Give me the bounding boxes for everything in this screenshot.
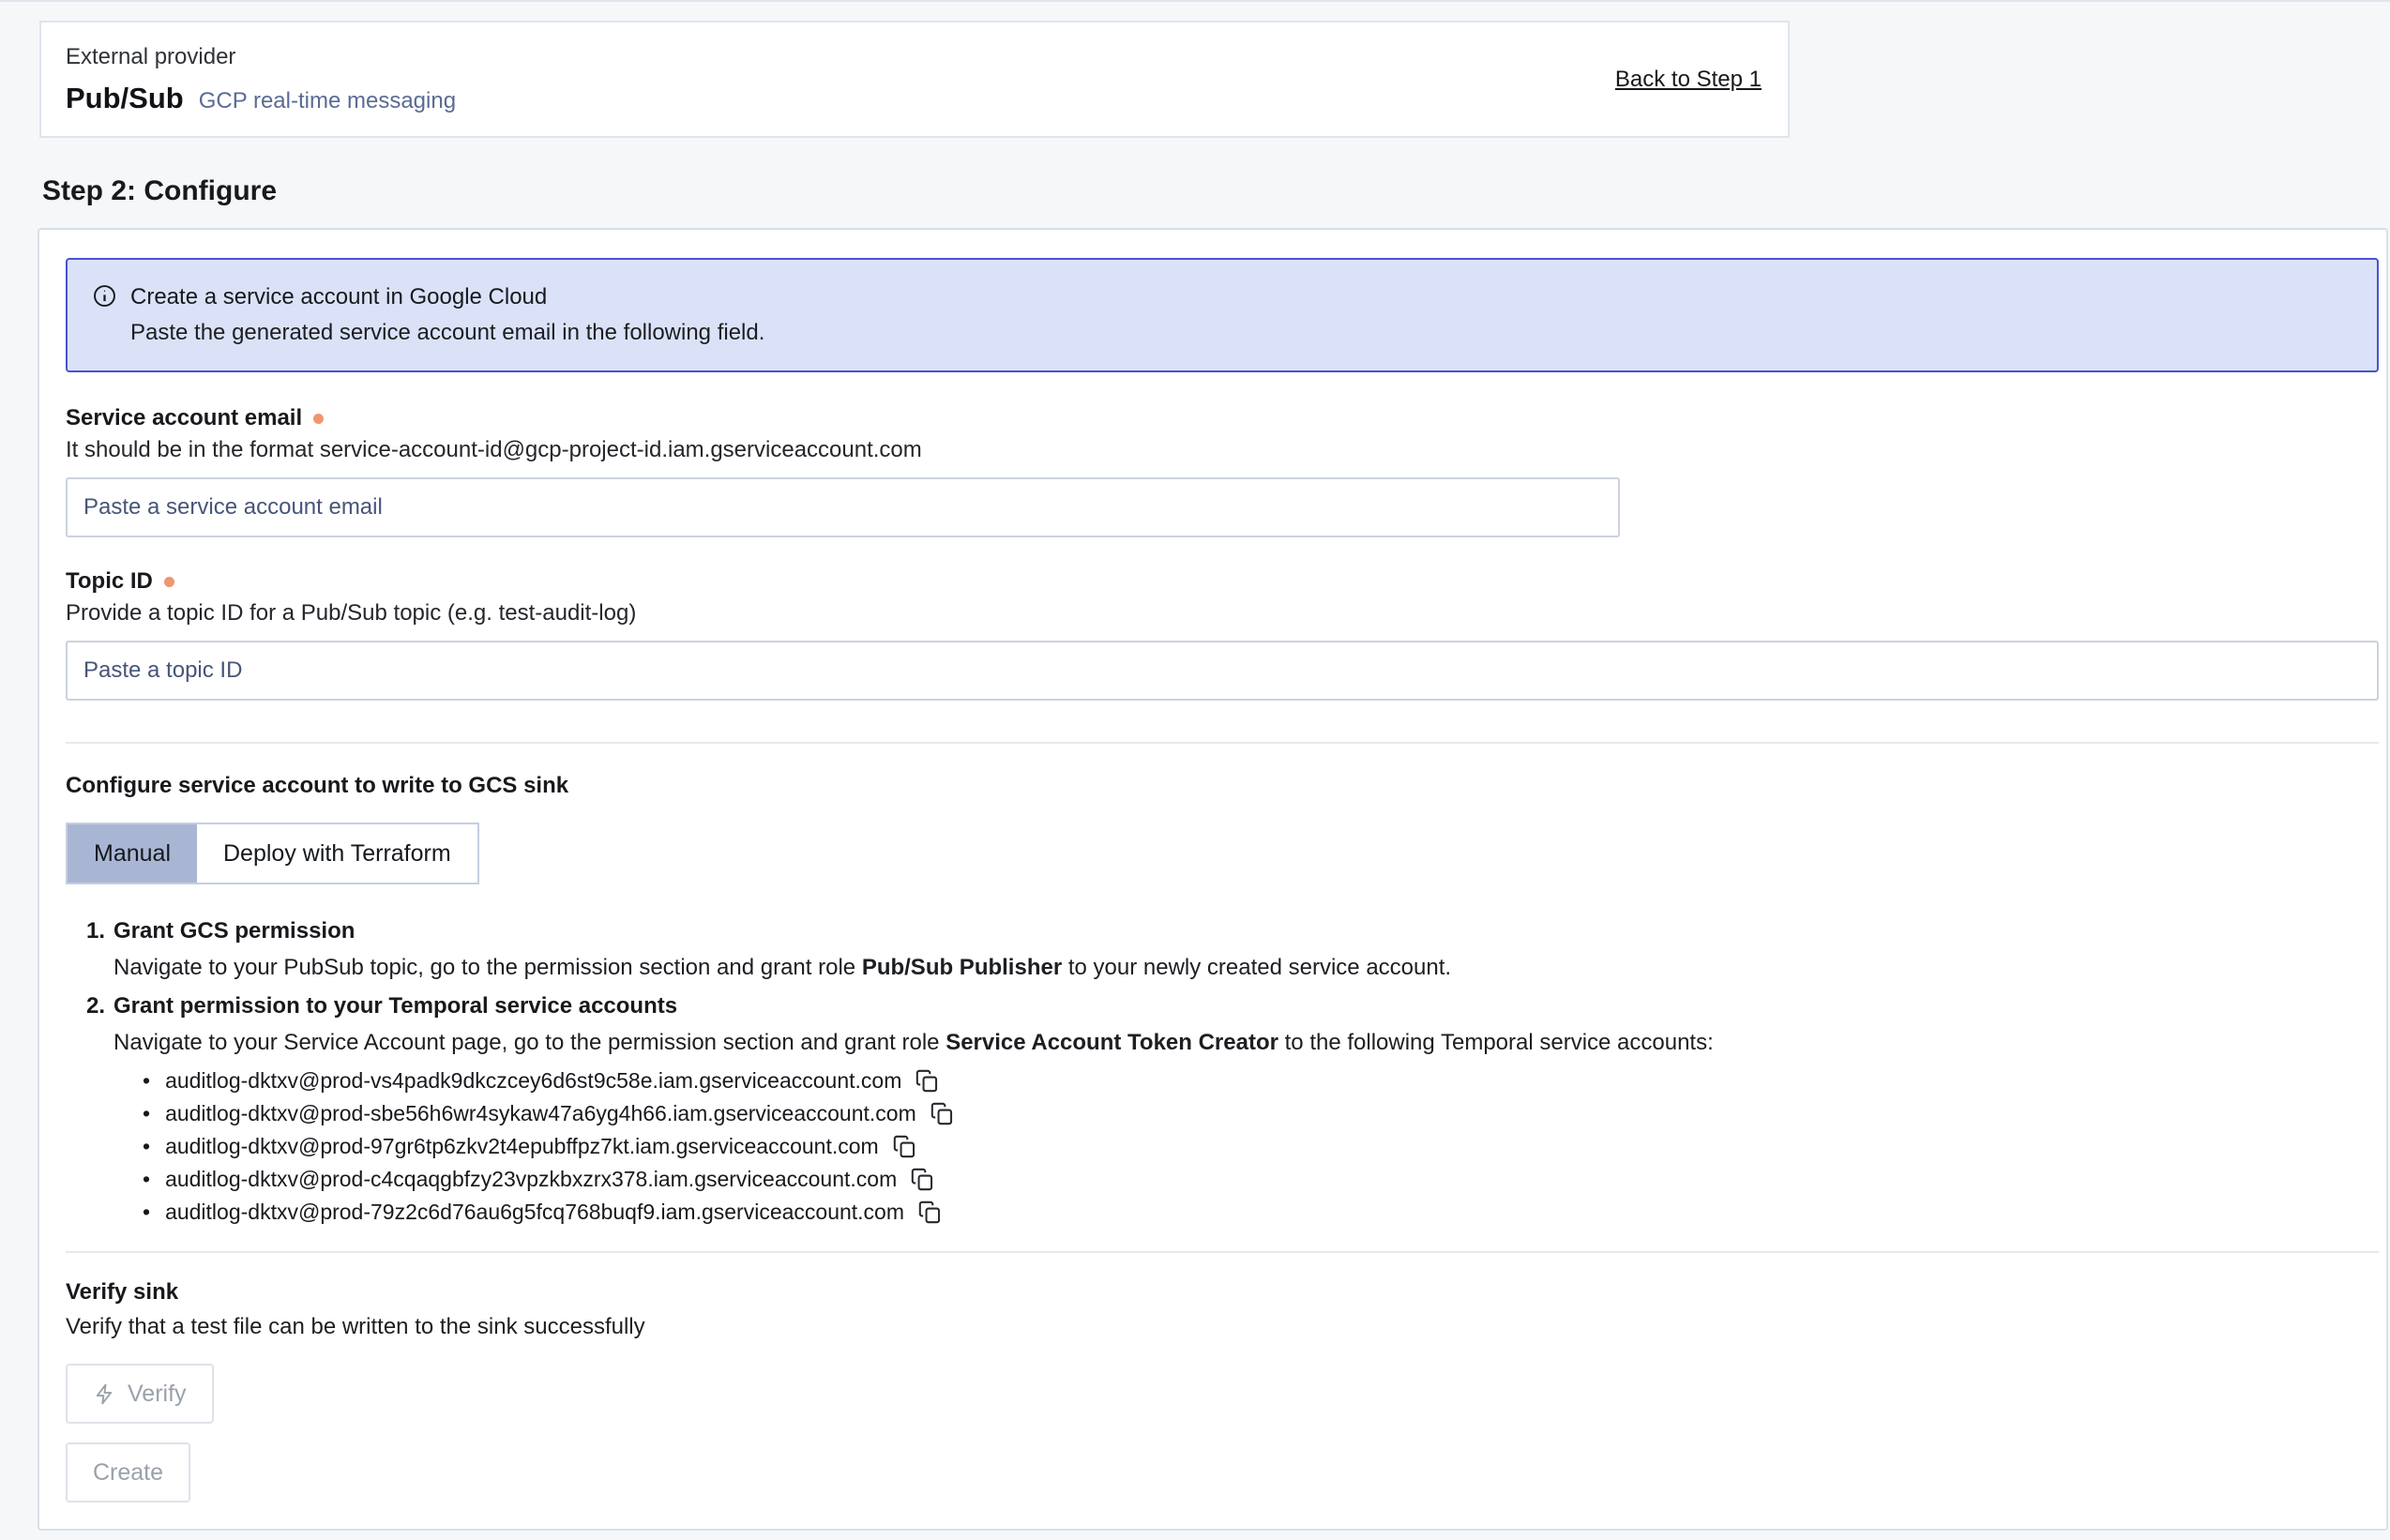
copy-button[interactable] <box>928 1099 957 1128</box>
info-circle-icon <box>92 283 117 348</box>
step-number: 1. <box>86 918 105 944</box>
verify-button-label: Verify <box>128 1381 187 1408</box>
gcs-section-title: Configure service account to write to GC… <box>66 772 2379 800</box>
step-1-body-prefix: Navigate to your PubSub topic, go to the… <box>113 955 862 980</box>
service-account-email-input[interactable] <box>66 477 1620 537</box>
provider-eyebrow: External provider <box>66 44 456 70</box>
tab-deploy-terraform[interactable]: Deploy with Terraform <box>197 824 477 883</box>
config-method-tabs: Manual Deploy with Terraform <box>66 823 479 884</box>
step-1-title: Grant GCS permission <box>113 918 355 944</box>
copy-button[interactable] <box>890 1132 919 1161</box>
copy-icon <box>915 1068 940 1094</box>
topic-id-group: Topic ID Provide a topic ID for a Pub/Su… <box>66 567 2379 701</box>
back-to-step-1-link[interactable]: Back to Step 1 <box>1615 67 1762 93</box>
topic-id-label: Topic ID <box>66 567 153 596</box>
lightning-bolt-icon <box>93 1382 116 1406</box>
list-item: auditlog-dktxv@prod-79z2c6d76au6g5fcq768… <box>143 1198 2379 1227</box>
step-1-body: Navigate to your PubSub topic, go to the… <box>113 953 2379 982</box>
copy-icon <box>892 1134 917 1159</box>
service-account-email: auditlog-dktxv@prod-sbe56h6wr4sykaw47a6y… <box>165 1099 916 1128</box>
verify-sink-subtitle: Verify that a test file can be written t… <box>66 1312 2379 1341</box>
copy-button[interactable] <box>915 1198 945 1227</box>
step-2-body-prefix: Navigate to your Service Account page, g… <box>113 1030 945 1055</box>
service-account-email: auditlog-dktxv@prod-97gr6tp6zkv2t4epubff… <box>165 1132 879 1161</box>
step-2-title: Grant permission to your Temporal servic… <box>113 993 677 1019</box>
service-account-email: auditlog-dktxv@prod-c4cqaqgbfzy23vpzkbxz… <box>165 1165 897 1194</box>
list-item: auditlog-dktxv@prod-c4cqaqgbfzy23vpzkbxz… <box>143 1165 2379 1194</box>
provider-name: Pub/Sub <box>66 82 184 115</box>
step-2-body: Navigate to your Service Account page, g… <box>113 1028 2379 1057</box>
step-1-role: Pub/Sub Publisher <box>862 955 1062 980</box>
service-account-list: auditlog-dktxv@prod-vs4padk9dkczcey6d6st… <box>143 1066 2379 1227</box>
manual-steps: 1. Grant GCS permission Navigate to your … <box>86 916 2379 1227</box>
step-2-body-suffix: to the following Temporal service accoun… <box>1278 1030 1714 1055</box>
configure-card: Create a service account in Google Cloud… <box>38 228 2388 1531</box>
step-2: 2. Grant permission to your Temporal serv… <box>86 991 2379 1227</box>
service-account-email-hint: It should be in the format service-accou… <box>66 436 2379 464</box>
banner-title: Create a service account in Google Cloud <box>130 282 764 312</box>
step-1-body-suffix: to your newly created service account. <box>1062 955 1451 980</box>
info-banner: Create a service account in Google Cloud… <box>66 258 2379 372</box>
topic-id-hint: Provide a topic ID for a Pub/Sub topic (… <box>66 599 2379 627</box>
create-button-label: Create <box>93 1459 163 1487</box>
service-account-email: auditlog-dktxv@prod-79z2c6d76au6g5fcq768… <box>165 1198 904 1227</box>
list-item: auditlog-dktxv@prod-vs4padk9dkczcey6d6st… <box>143 1066 2379 1095</box>
service-account-email: auditlog-dktxv@prod-vs4padk9dkczcey6d6st… <box>165 1066 901 1095</box>
tab-manual[interactable]: Manual <box>68 824 197 883</box>
required-dot <box>164 577 174 587</box>
service-account-email-group: Service account email It should be in th… <box>66 404 2379 537</box>
section-divider <box>66 742 2379 744</box>
list-item: auditlog-dktxv@prod-97gr6tp6zkv2t4epubff… <box>143 1132 2379 1161</box>
provider-tagline: GCP real-time messaging <box>199 88 456 114</box>
create-button[interactable]: Create <box>66 1442 190 1502</box>
topic-id-input[interactable] <box>66 641 2379 701</box>
step-1: 1. Grant GCS permission Navigate to your … <box>86 916 2379 982</box>
provider-info: External provider Pub/Sub GCP real-time … <box>66 44 456 115</box>
list-item: auditlog-dktxv@prod-sbe56h6wr4sykaw47a6y… <box>143 1099 2379 1128</box>
copy-icon <box>930 1101 955 1126</box>
provider-card: External provider Pub/Sub GCP real-time … <box>39 21 1790 138</box>
step-number: 2. <box>86 993 105 1019</box>
copy-button[interactable] <box>908 1165 937 1194</box>
banner-body: Paste the generated service account emai… <box>130 318 764 348</box>
step-2-role: Service Account Token Creator <box>945 1030 1278 1055</box>
verify-sink-title: Verify sink <box>66 1277 2379 1306</box>
copy-icon <box>910 1167 935 1192</box>
service-account-email-label: Service account email <box>66 404 302 432</box>
section-divider <box>66 1251 2379 1253</box>
copy-icon <box>917 1200 943 1225</box>
copy-button[interactable] <box>913 1066 942 1095</box>
required-dot <box>313 414 324 424</box>
page-title: Step 2: Configure <box>42 175 2390 207</box>
verify-button[interactable]: Verify <box>66 1364 214 1424</box>
